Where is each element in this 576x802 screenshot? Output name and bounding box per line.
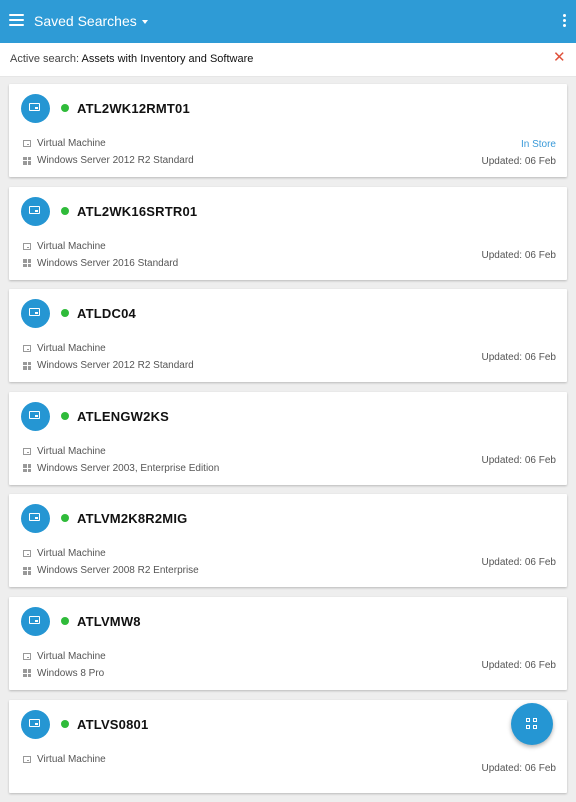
asset-name: ATLVMW8 <box>77 613 141 629</box>
windows-icon <box>23 156 31 165</box>
asset-type: Virtual Machine <box>37 548 106 560</box>
asset-os: Windows 8 Pro <box>37 667 105 679</box>
updated-date: Updated: 06 Feb <box>481 762 557 774</box>
asset-list: ATL2WK12RMT01 Virtual Machine Windows Se… <box>9 84 567 802</box>
asset-os: Windows Server 2008 R2 Enterprise <box>37 565 199 577</box>
asset-name: ATLVS0801 <box>77 716 149 732</box>
virtual-machine-avatar-icon <box>21 504 50 534</box>
asset-type: Virtual Machine <box>37 650 106 662</box>
asset-os: Windows Server 2012 R2 Standard <box>37 155 194 166</box>
updated-date: Updated: 06 Feb <box>481 557 557 569</box>
updated-date: Updated: 06 Feb <box>481 249 557 261</box>
virtual-machine-avatar-icon <box>21 196 50 226</box>
status-online-dot <box>61 719 69 728</box>
asset-card[interactable]: ATLVS0801 Virtual Machine Updated: 06 Fe… <box>9 699 567 793</box>
windows-icon <box>23 361 31 370</box>
asset-type: Virtual Machine <box>37 343 106 355</box>
active-search-label: Active search: <box>10 53 80 65</box>
windows-icon <box>23 669 31 678</box>
asset-card[interactable]: ATL2WK12RMT01 Virtual Machine Windows Se… <box>9 84 567 177</box>
asset-type: Virtual Machine <box>37 138 106 149</box>
virtual-machine-icon <box>23 652 31 660</box>
windows-icon <box>23 464 31 473</box>
qr-code-scan-button[interactable] <box>511 703 553 745</box>
updated-date: Updated: 06 Feb <box>481 454 557 466</box>
status-online-dot <box>61 411 69 420</box>
active-search-bar: Active search: Assets with Inventory and… <box>0 43 576 77</box>
asset-type: Virtual Machine <box>37 753 106 765</box>
virtual-machine-icon <box>23 447 31 455</box>
status-online-dot <box>61 309 69 318</box>
caret-down-icon <box>141 19 148 24</box>
virtual-machine-icon <box>23 242 31 250</box>
windows-icon <box>23 259 31 268</box>
in-store-label: In Store <box>520 139 556 150</box>
asset-card[interactable]: ATLVMW8 Virtual Machine Windows 8 Pro Up… <box>9 596 567 690</box>
asset-name: ATLENGW2KS <box>77 408 170 424</box>
qr-code-scan-icon <box>526 718 538 730</box>
virtual-machine-avatar-icon <box>21 606 50 636</box>
hamburger-menu-icon[interactable] <box>9 14 25 28</box>
status-online-dot <box>61 206 69 215</box>
asset-type: Virtual Machine <box>37 240 106 252</box>
asset-name: ATLVM2K8R2MIG <box>77 511 188 527</box>
virtual-machine-avatar-icon <box>21 401 50 431</box>
updated-date: Updated: 06 Feb <box>481 352 557 364</box>
asset-type: Virtual Machine <box>37 445 106 457</box>
asset-os: Windows Server 2012 R2 Standard <box>37 360 194 372</box>
asset-name: ATL2WK12RMT01 <box>77 101 190 116</box>
asset-name: ATL2WK16SRTR01 <box>77 203 198 219</box>
virtual-machine-icon <box>23 140 31 147</box>
asset-card[interactable]: ATLDC04 Virtual Machine Windows Server 2… <box>9 289 567 383</box>
windows-icon <box>23 566 31 575</box>
virtual-machine-icon <box>23 550 31 558</box>
status-online-dot <box>61 514 69 523</box>
status-online-dot <box>61 616 69 625</box>
saved-searches-dropdown[interactable]: Saved Searches <box>34 13 148 29</box>
virtual-machine-avatar-icon <box>21 709 50 739</box>
asset-os: Windows Server 2003, Enterprise Edition <box>37 462 220 474</box>
virtual-machine-avatar-icon <box>21 94 50 123</box>
asset-card[interactable]: ATLENGW2KS Virtual Machine Windows Serve… <box>9 391 567 485</box>
virtual-machine-icon <box>23 755 31 763</box>
updated-date: Updated: 06 Feb <box>481 659 557 671</box>
active-search-value: Assets with Inventory and Software <box>81 53 254 65</box>
app-title: Saved Searches <box>34 13 137 29</box>
active-search-text: Active search: Assets with Inventory and… <box>10 53 253 65</box>
close-icon[interactable]: ✕ <box>553 50 566 65</box>
virtual-machine-icon <box>23 345 31 353</box>
status-online-dot <box>61 104 69 112</box>
asset-os: Windows Server 2016 Standard <box>37 257 179 269</box>
asset-card[interactable]: ATLVM2K8R2MIG Virtual Machine Windows Se… <box>9 494 567 588</box>
virtual-machine-avatar-icon <box>21 299 50 329</box>
app-bar: Saved Searches <box>0 0 576 43</box>
asset-name: ATLDC04 <box>77 306 136 322</box>
updated-date: Updated: 06 Feb <box>481 156 557 167</box>
kebab-menu-icon[interactable] <box>562 14 566 28</box>
asset-card[interactable]: ATL2WK16SRTR01 Virtual Machine Windows S… <box>9 186 567 280</box>
